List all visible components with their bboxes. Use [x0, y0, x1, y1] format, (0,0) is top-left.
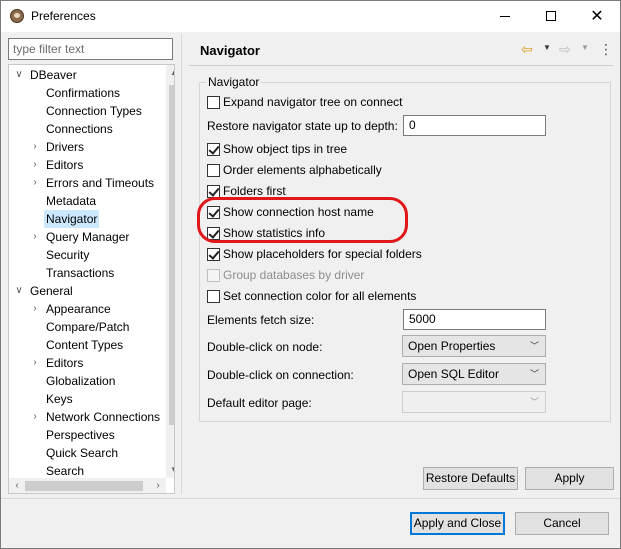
- collapse-chevron-icon[interactable]: ›: [30, 156, 40, 174]
- tree-item-label: Perspectives: [46, 428, 115, 442]
- collapse-chevron-icon[interactable]: ›: [30, 174, 40, 192]
- tree-item-label: Navigator: [44, 210, 100, 228]
- collapse-chevron-icon[interactable]: ›: [30, 408, 40, 426]
- checkbox-label: Group databases by driver: [223, 268, 365, 282]
- chevron-down-icon: ﹀: [529, 369, 539, 379]
- checkbox-label: Show placeholders for special folders: [223, 247, 422, 261]
- tree-item-label: Appearance: [46, 302, 111, 316]
- group-label: Navigator: [206, 75, 262, 89]
- minimize-button[interactable]: [482, 1, 528, 32]
- close-icon: ✕: [590, 8, 604, 25]
- restore-depth-field[interactable]: 0: [403, 115, 546, 136]
- window-title: Preferences: [31, 9, 96, 23]
- tree-item-label: Quick Search: [46, 446, 119, 460]
- apply-and-close-button[interactable]: Apply and Close: [410, 512, 505, 535]
- pane-sash[interactable]: [181, 34, 182, 494]
- scroll-thumb-horizontal[interactable]: [25, 481, 143, 491]
- tree-item-label: Editors: [46, 356, 84, 370]
- checkbox[interactable]: [207, 164, 220, 177]
- tree-item-label: Globalization: [46, 374, 116, 388]
- checkbox[interactable]: [207, 96, 220, 109]
- checkbox-label: Set connection color for all elements: [223, 289, 417, 303]
- preferences-window: Preferences ✕ ▲ ▼ ‹ › ∨ DBeaver Confirmati…: [0, 0, 621, 549]
- tree-item-label: Security: [46, 248, 90, 262]
- filter-input[interactable]: [13, 40, 168, 58]
- checkbox-label: Expand navigator tree on connect: [223, 95, 403, 109]
- expand-chevron-icon[interactable]: ∨: [14, 66, 24, 84]
- tree-item-label: Keys: [46, 392, 73, 406]
- view-menu-icon[interactable]: ⋮: [599, 42, 613, 56]
- maximize-button[interactable]: [528, 1, 574, 32]
- cancel-button[interactable]: Cancel: [515, 512, 609, 535]
- double-click-node-value: Open Properties: [408, 339, 496, 353]
- title-separator: [189, 65, 613, 66]
- collapse-chevron-icon[interactable]: ›: [30, 354, 40, 372]
- preferences-tree[interactable]: ▲ ▼ ‹ › ∨ DBeaver Confirmations Connection …: [8, 64, 175, 494]
- maximize-icon: [546, 11, 556, 21]
- minimize-icon: [500, 16, 510, 17]
- tree-item-label: Compare/Patch: [46, 320, 130, 334]
- tree-item-label: Drivers: [46, 140, 84, 154]
- restore-defaults-button[interactable]: Restore Defaults: [423, 467, 518, 490]
- tree-item-label: Metadata: [46, 194, 97, 208]
- forward-arrow-icon[interactable]: ⇨: [559, 42, 575, 56]
- double-click-connection-select[interactable]: Open SQL Editor ﹀: [402, 363, 546, 385]
- checkbox[interactable]: [207, 290, 220, 303]
- tree-item-label: Confirmations: [46, 86, 121, 100]
- tree-item-label: Query Manager: [46, 230, 130, 244]
- scroll-up-arrow-icon[interactable]: ▲: [166, 65, 174, 81]
- scroll-down-arrow-icon[interactable]: ▼: [166, 462, 174, 478]
- scroll-left-arrow-icon[interactable]: ‹: [9, 478, 25, 493]
- tree-item-label: Content Types: [46, 338, 124, 352]
- tree-horizontal-scrollbar[interactable]: ‹ ›: [9, 478, 166, 493]
- chevron-down-icon: ﹀: [529, 397, 539, 407]
- checkbox-label: Show object tips in tree: [223, 142, 348, 156]
- tree-item-label: General: [30, 284, 73, 298]
- tree-item-label: Connections: [46, 122, 113, 136]
- apply-button[interactable]: Apply: [525, 467, 614, 490]
- close-button[interactable]: ✕: [574, 1, 620, 32]
- double-click-node-select[interactable]: Open Properties ﹀: [402, 335, 546, 357]
- scroll-right-arrow-icon[interactable]: ›: [150, 478, 166, 493]
- scroll-thumb[interactable]: [169, 85, 174, 425]
- double-click-connection-label: Double-click on connection:: [207, 368, 354, 382]
- tree-item-label: Search: [46, 464, 85, 478]
- title-bar: Preferences ✕: [1, 1, 620, 32]
- forward-dropdown-icon[interactable]: ▼: [581, 43, 589, 52]
- checkbox[interactable]: [207, 248, 220, 261]
- tree-item-label: Errors and Timeouts: [46, 176, 155, 190]
- back-arrow-icon[interactable]: ⇦: [521, 42, 537, 56]
- tree-item-label: DBeaver: [30, 68, 77, 82]
- filter-field[interactable]: [8, 38, 173, 60]
- expand-chevron-icon[interactable]: ∨: [14, 282, 24, 300]
- collapse-chevron-icon[interactable]: ›: [30, 228, 40, 246]
- back-dropdown-icon[interactable]: ▼: [543, 43, 551, 52]
- red-highlight-annotation: [197, 197, 408, 243]
- double-click-node-label: Double-click on node:: [207, 340, 323, 354]
- fetch-size-field[interactable]: 5000: [403, 309, 546, 330]
- chevron-down-icon: ﹀: [529, 341, 539, 351]
- tree-item-label: Editors: [46, 158, 84, 172]
- fetch-size-label: Elements fetch size:: [207, 313, 315, 327]
- collapse-chevron-icon[interactable]: ›: [30, 300, 40, 318]
- tree-item-label: Network Connections: [46, 410, 161, 424]
- double-click-connection-value: Open SQL Editor: [408, 367, 499, 381]
- restore-depth-label: Restore navigator state up to depth:: [207, 119, 398, 133]
- collapse-chevron-icon[interactable]: ›: [30, 138, 40, 156]
- dbeaver-app-icon: [10, 9, 24, 23]
- bottom-separator: [1, 498, 620, 499]
- page-title: Navigator: [200, 43, 260, 58]
- default-editor-select[interactable]: ﹀: [402, 391, 546, 413]
- checkbox: [207, 269, 220, 282]
- tree-item-label: Connection Types: [46, 104, 142, 118]
- tree-item-label: Transactions: [46, 266, 115, 280]
- checkbox-label: Order elements alphabetically: [223, 163, 382, 177]
- default-editor-label: Default editor page:: [207, 396, 312, 410]
- checkbox[interactable]: [207, 143, 220, 156]
- tree-vertical-scrollbar[interactable]: ▲ ▼: [166, 65, 174, 478]
